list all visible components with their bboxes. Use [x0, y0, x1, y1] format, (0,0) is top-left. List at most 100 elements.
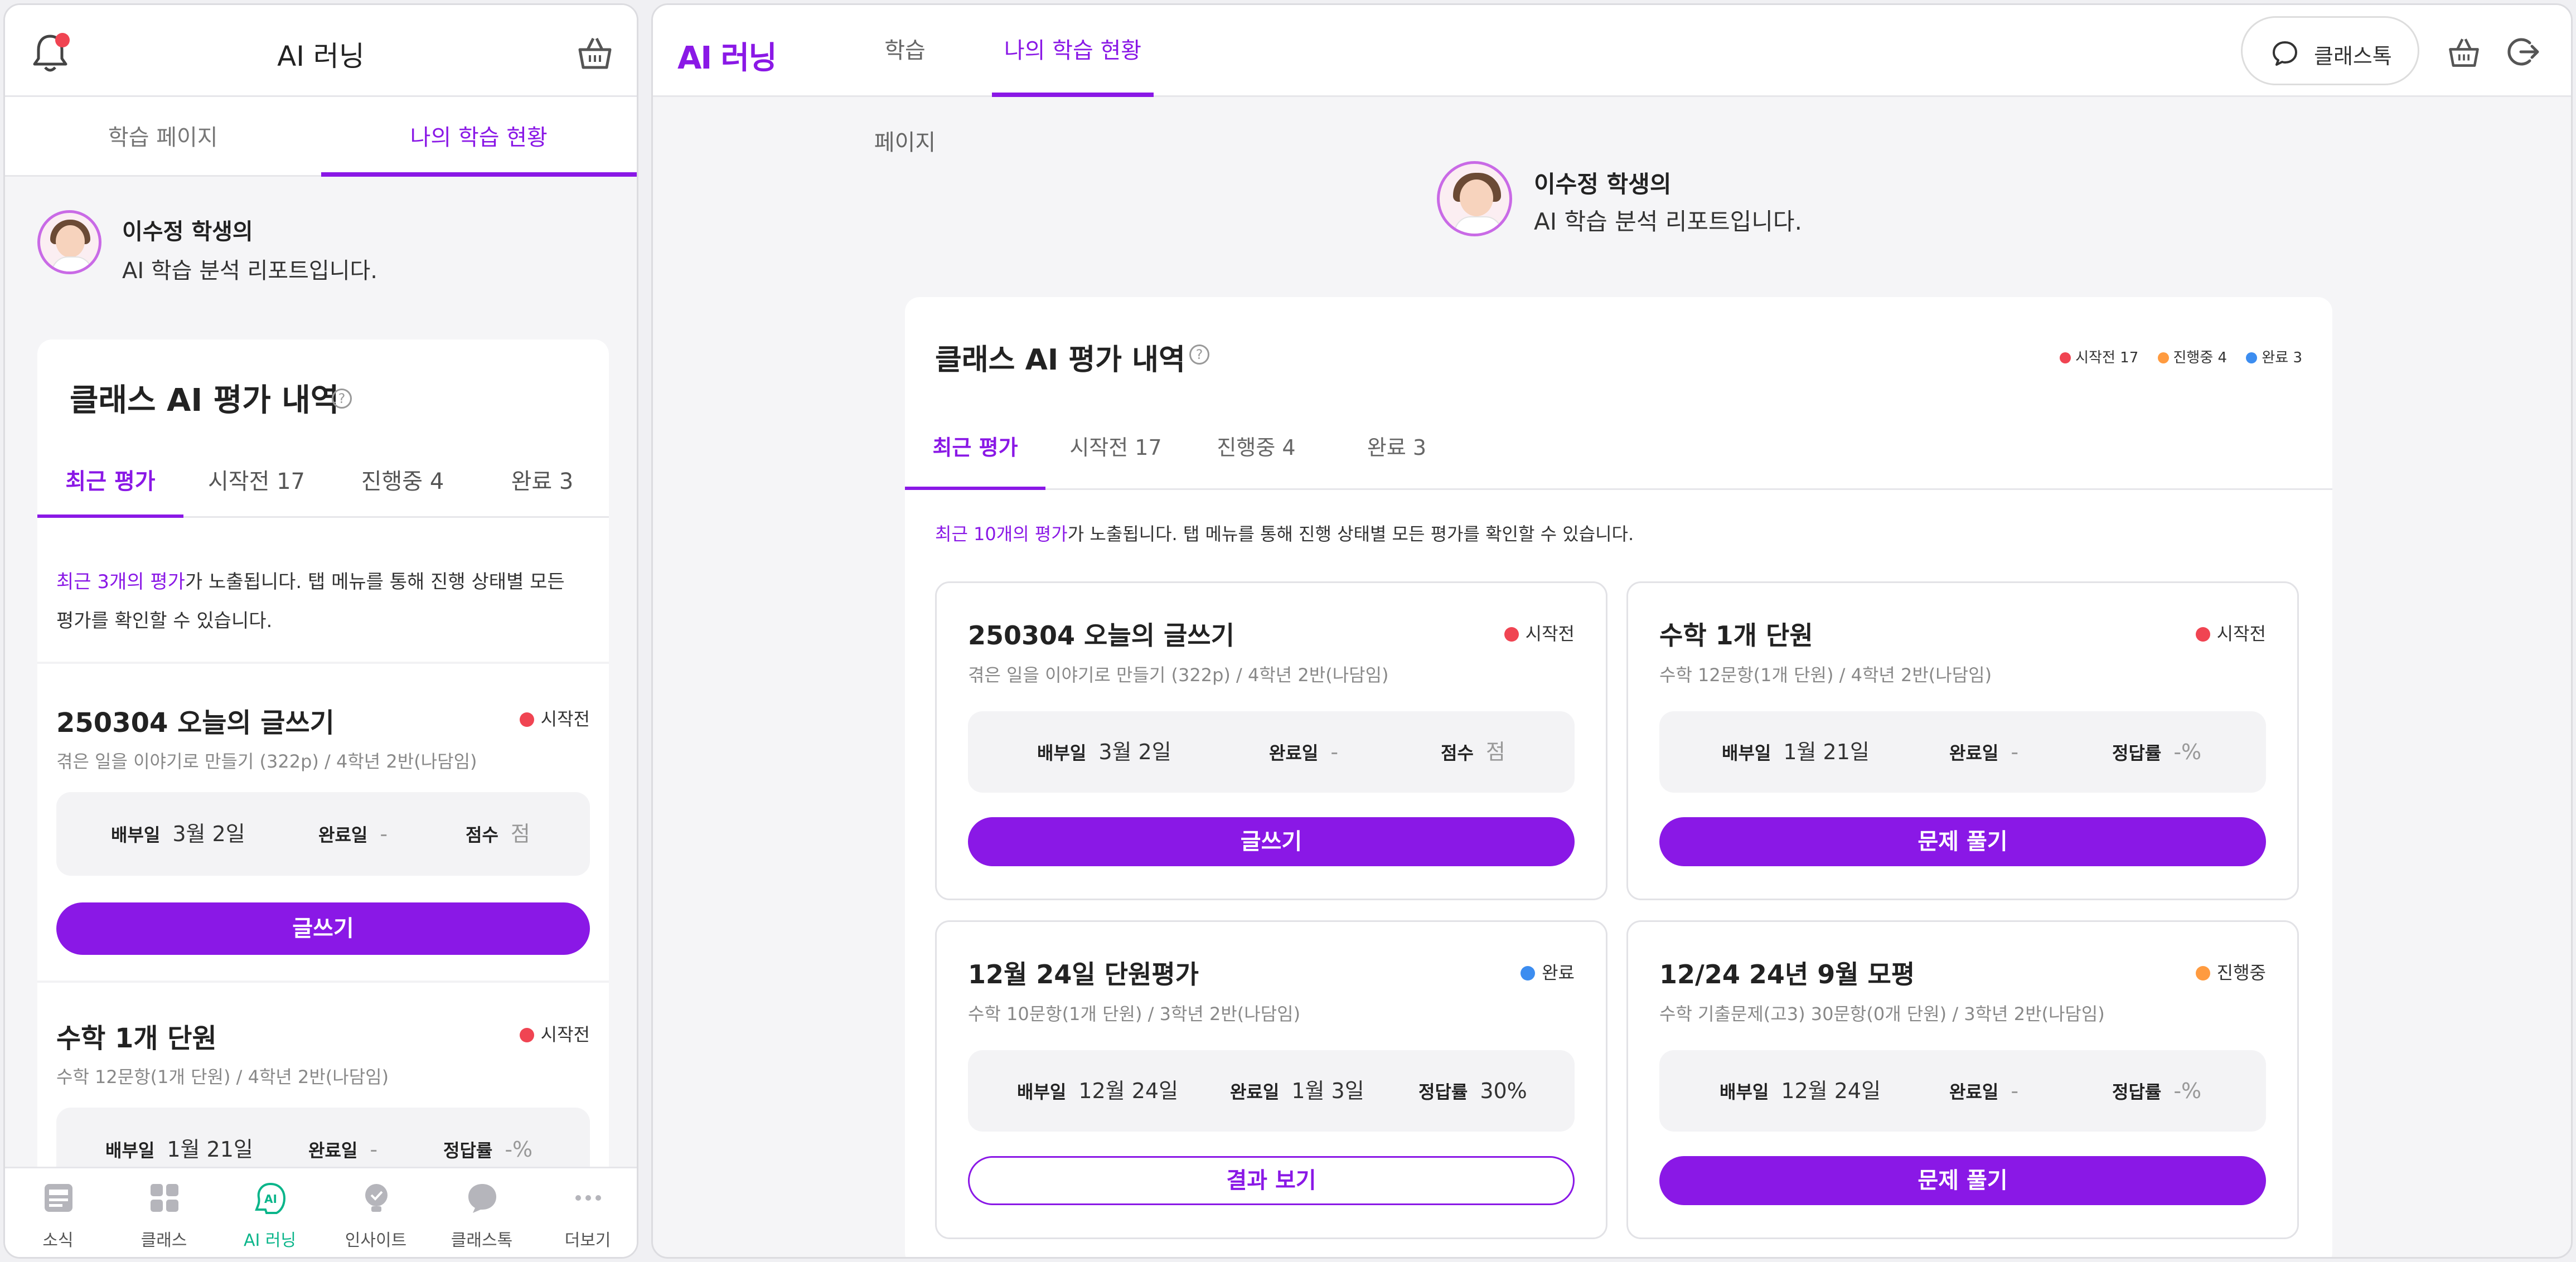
evaluation-info: 배부일 12월 24일 완료일 - 정답률 -% [1659, 1050, 2266, 1132]
evaluation-history-card: 클래스 AI 평가 내역 ? 최근 평가 시작전 17 진행중 4 완료 3 최… [37, 339, 609, 1167]
tab-completed[interactable]: 완료 3 [476, 454, 609, 518]
mobile-view: AI 러닝 학습 페이지 나의 학습 현황 이수정 학생의 AI 학습 분석 리… [3, 3, 638, 1259]
bottom-nav: 소식 클래스 AI AI 러닝 인사이트 클래스톡 더보기 [5, 1167, 637, 1257]
svg-text:AI: AI [264, 1192, 277, 1206]
tab-in-progress[interactable]: 진행중 4 [330, 454, 476, 518]
logout-icon[interactable] [2507, 35, 2541, 69]
logo[interactable]: AI 러닝 [677, 33, 777, 78]
tab-my-status[interactable]: 나의 학습 현황 [992, 5, 1154, 97]
nav-class[interactable]: 클래스 [111, 1168, 217, 1257]
legend-in-progress: 진행중 4 [2157, 350, 2227, 366]
evaluation-subtitle: 겪은 일을 이야기로 만들기 (322p) / 4학년 2반(나담임) [968, 664, 1389, 686]
notice-highlight: 최근 10개의 평가 [935, 523, 1068, 545]
desktop-view: AI 러닝 학습 페이지 나의 학습 현황 클래스톡 이수정 학생의 AI 학습… [651, 3, 2573, 1259]
grid-icon [151, 1184, 178, 1212]
avatar [37, 210, 101, 274]
status-badge: 시작전 [519, 705, 590, 731]
evaluation-subtitle: 수학 12문항(1개 단원) / 4학년 2반(나담임) [56, 1066, 389, 1088]
solve-button[interactable]: 문제 풀기 [1659, 817, 2266, 866]
avatar [1437, 161, 1512, 236]
more-icon [575, 1195, 601, 1201]
divider [37, 981, 609, 983]
evaluation-card: 수학 1개 단원 시작전 수학 12문항(1개 단원) / 4학년 2반(나담임… [1626, 581, 2299, 900]
classtalk-button[interactable]: 클래스톡 [2241, 16, 2419, 85]
nav-more[interactable]: 더보기 [535, 1168, 637, 1257]
evaluation-title: 수학 1개 단원 [1659, 620, 1813, 651]
basket-icon[interactable] [577, 34, 613, 71]
evaluation-card: 12/24 24년 9월 모평 진행중 수학 기출문제(고3) 30문항(0개 … [1626, 920, 2299, 1239]
evaluation-subtitle: 수학 10문항(1개 단원) / 3학년 2반(나담임) [968, 1003, 1301, 1025]
legend-not-started: 시작전 17 [2060, 350, 2138, 366]
chat-icon [468, 1184, 496, 1213]
basket-icon[interactable] [2447, 35, 2481, 69]
legend-completed: 완료 3 [2246, 350, 2302, 366]
status-legend: 시작전 17 진행중 4 완료 3 [2045, 346, 2302, 367]
tab-recent[interactable]: 최근 평가 [37, 454, 183, 518]
classtalk-label: 클래스톡 [2314, 44, 2392, 69]
nav-insight[interactable]: 인사이트 [323, 1168, 429, 1257]
ai-learning-icon: AI [255, 1182, 286, 1214]
app-title: AI 러닝 [277, 40, 365, 72]
nav-classtalk[interactable]: 클래스톡 [429, 1168, 535, 1257]
status-badge: 시작전 [519, 1021, 590, 1046]
insight-icon [365, 1184, 388, 1212]
evaluation-tabs: 최근 평가 시작전 17 진행중 4 완료 3 [905, 409, 2332, 490]
evaluation-info: 배부일 1월 21일 완료일 - 정답률 -% [56, 1108, 590, 1167]
tab-learning-page[interactable]: 학습 페이지 [5, 99, 321, 177]
section-title: 클래스 AI 평가 내역 [935, 343, 1185, 377]
evaluation-title: 12/24 24년 9월 모평 [1659, 959, 1915, 989]
evaluation-history-card: 클래스 AI 평가 내역 ? 시작전 17 진행중 4 완료 3 최근 평가 시… [905, 297, 2332, 1257]
tab-my-status[interactable]: 나의 학습 현황 [321, 99, 637, 177]
tab-completed[interactable]: 완료 3 [1326, 409, 1467, 490]
write-button[interactable]: 글쓰기 [968, 817, 1575, 866]
tab-learning-page[interactable]: 학습 페이지 [871, 5, 938, 156]
evaluation-card: 12월 24일 단원평가 완료 수학 10문항(1개 단원) / 3학년 2반(… [935, 920, 1607, 1239]
mobile-page-tabs: 학습 페이지 나의 학습 현황 [5, 99, 637, 177]
evaluation-info: 배부일 3월 2일 완료일 - 점수 점 [968, 711, 1575, 793]
nav-news[interactable]: 소식 [5, 1168, 111, 1257]
view-result-button[interactable]: 결과 보기 [968, 1156, 1575, 1205]
tab-in-progress[interactable]: 진행중 4 [1186, 409, 1326, 490]
news-icon [45, 1184, 72, 1212]
status-badge: 시작전 [1504, 620, 1575, 645]
section-title: 클래스 AI 평가 내역 [70, 382, 340, 419]
mobile-header: AI 러닝 [5, 5, 637, 97]
status-badge: 진행중 [2195, 959, 2266, 984]
solve-button[interactable]: 문제 풀기 [1659, 1156, 2266, 1205]
evaluation-subtitle: 겪은 일을 이야기로 만들기 (322p) / 4학년 2반(나담임) [56, 751, 477, 772]
report-description: AI 학습 분석 리포트입니다. [122, 258, 378, 284]
mobile-content: 이수정 학생의 AI 학습 분석 리포트입니다. 클래스 AI 평가 내역 ? … [5, 177, 637, 1167]
evaluation-info: 배부일 12월 24일 완료일 1월 3일 정답률 30% [968, 1050, 1575, 1132]
evaluation-title: 250304 오늘의 글쓰기 [968, 620, 1234, 651]
evaluation-title: 수학 1개 단원 [56, 1023, 217, 1054]
evaluation-tabs: 최근 평가 시작전 17 진행중 4 완료 3 [37, 454, 609, 518]
evaluation-subtitle: 수학 12문항(1개 단원) / 4학년 2반(나담임) [1659, 664, 1992, 686]
evaluation-subtitle: 수학 기출문제(고3) 30문항(0개 단원) / 3학년 2반(나담임) [1659, 1003, 2105, 1025]
evaluation-card: 250304 오늘의 글쓰기 시작전 겪은 일을 이야기로 만들기 (322p)… [935, 581, 1607, 900]
notice-text: 가 노출됩니다. 탭 메뉴를 통해 진행 상태별 모든 [185, 571, 565, 593]
tab-recent[interactable]: 최근 평가 [905, 409, 1045, 490]
recent-notice: 최근 3개의 평가가 노출됩니다. 탭 메뉴를 통해 진행 상태별 모든 평가를… [56, 562, 592, 640]
recent-notice: 최근 10개의 평가가 노출됩니다. 탭 메뉴를 통해 진행 상태별 모든 평가… [935, 520, 1634, 546]
help-icon[interactable]: ? [1189, 344, 1209, 365]
status-badge: 시작전 [2195, 620, 2266, 645]
evaluation-title: 250304 오늘의 글쓰기 [56, 707, 335, 739]
tab-not-started[interactable]: 시작전 17 [183, 454, 330, 518]
help-icon[interactable]: ? [332, 389, 352, 409]
nav-ai-learning[interactable]: AI AI 러닝 [217, 1168, 323, 1257]
write-button[interactable]: 글쓰기 [56, 902, 590, 955]
evaluation-info: 배부일 3월 2일 완료일 - 점수 점 [56, 792, 590, 876]
evaluation-title: 12월 24일 단원평가 [968, 959, 1199, 989]
chat-bubble-icon [2273, 41, 2297, 66]
student-name-line: 이수정 학생의 [1534, 171, 1672, 198]
report-description: AI 학습 분석 리포트입니다. [1534, 208, 1802, 235]
tab-not-started[interactable]: 시작전 17 [1045, 409, 1186, 490]
notice-text: 가 노출됩니다. 탭 메뉴를 통해 진행 상태별 모든 평가를 확인할 수 있습… [1067, 523, 1634, 545]
evaluation-info: 배부일 1월 21일 완료일 - 정답률 -% [1659, 711, 2266, 793]
student-name-line: 이수정 학생의 [122, 219, 253, 245]
notice-text-line2: 평가를 확인할 수 있습니다. [56, 610, 273, 632]
desktop-header: AI 러닝 학습 페이지 나의 학습 현황 클래스톡 [653, 5, 2571, 156]
notice-highlight: 최근 3개의 평가 [56, 571, 185, 593]
divider [37, 662, 609, 664]
status-badge: 완료 [1521, 959, 1575, 984]
